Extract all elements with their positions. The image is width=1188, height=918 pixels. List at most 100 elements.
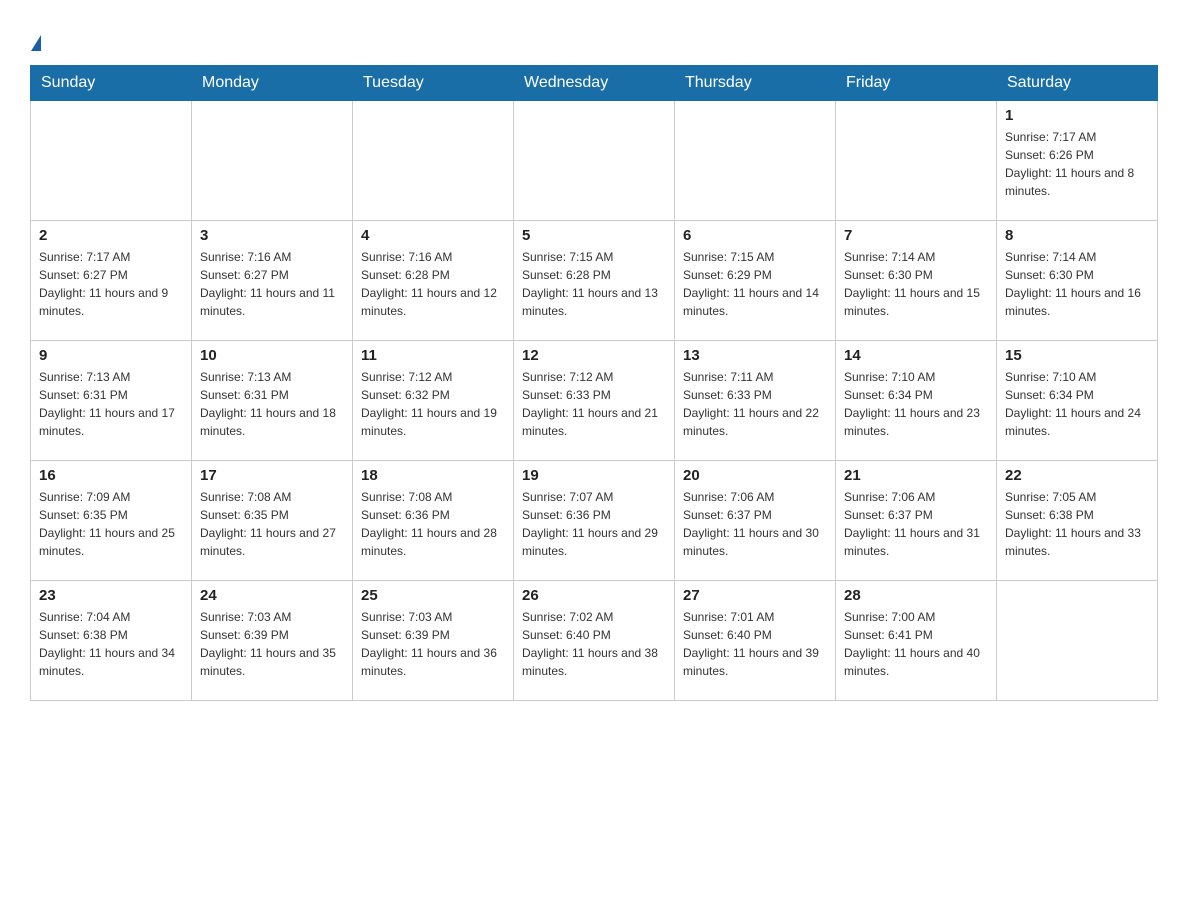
day-info: Sunrise: 7:14 AM Sunset: 6:30 PM Dayligh… [844,248,988,320]
calendar-day-cell: 12 Sunrise: 7:12 AM Sunset: 6:33 PM Dayli… [514,340,675,460]
day-info: Sunrise: 7:06 AM Sunset: 6:37 PM Dayligh… [683,488,827,560]
day-info: Sunrise: 7:06 AM Sunset: 6:37 PM Dayligh… [844,488,988,560]
calendar-day-cell: 1 Sunrise: 7:17 AM Sunset: 6:26 PM Daylig… [997,100,1158,220]
calendar-day-cell: 19Sunrise: 7:07 AM Sunset: 6:36 PM Dayli… [514,460,675,580]
calendar-day-cell: 16 Sunrise: 7:09 AM Sunset: 6:35 PM Dayli… [31,460,192,580]
day-info: Sunrise: 7:14 AM Sunset: 6:30 PM Dayligh… [1005,248,1149,320]
day-info: Sunrise: 7:13 AM Sunset: 6:31 PM Dayligh… [200,368,344,440]
day-info: Sunrise: 7:03 AM Sunset: 6:39 PM Dayligh… [361,608,505,680]
day-info: Sunrise: 7:11 AM Sunset: 6:33 PM Dayligh… [683,368,827,440]
day-number: 21 [844,467,988,484]
day-number: 27 [683,587,827,604]
day-number: 4 [361,227,505,244]
calendar-day-cell: 13Sunrise: 7:11 AM Sunset: 6:33 PM Dayli… [675,340,836,460]
day-info: Sunrise: 7:09 AM Sunset: 6:35 PM Dayligh… [39,488,183,560]
day-of-week-header: Wednesday [514,65,675,100]
calendar-day-cell: 21 Sunrise: 7:06 AM Sunset: 6:37 PM Dayli… [836,460,997,580]
day-of-week-header: Tuesday [353,65,514,100]
day-number: 26 [522,587,666,604]
day-info: Sunrise: 7:17 AM Sunset: 6:27 PM Dayligh… [39,248,183,320]
calendar-day-cell: 24 Sunrise: 7:03 AM Sunset: 6:39 PM Dayli… [192,580,353,700]
calendar-day-cell: 17 Sunrise: 7:08 AM Sunset: 6:35 PM Dayli… [192,460,353,580]
day-info: Sunrise: 7:08 AM Sunset: 6:35 PM Dayligh… [200,488,344,560]
day-info: Sunrise: 7:10 AM Sunset: 6:34 PM Dayligh… [844,368,988,440]
calendar-day-cell: 28 Sunrise: 7:00 AM Sunset: 6:41 PM Dayli… [836,580,997,700]
calendar-day-cell: 11 Sunrise: 7:12 AM Sunset: 6:32 PM Dayli… [353,340,514,460]
day-info: Sunrise: 7:16 AM Sunset: 6:27 PM Dayligh… [200,248,344,320]
calendar-day-cell: 14 Sunrise: 7:10 AM Sunset: 6:34 PM Dayli… [836,340,997,460]
calendar-week-row: 16 Sunrise: 7:09 AM Sunset: 6:35 PM Dayli… [31,460,1158,580]
calendar-day-cell [353,100,514,220]
calendar-day-cell [675,100,836,220]
day-number: 3 [200,227,344,244]
day-info: Sunrise: 7:16 AM Sunset: 6:28 PM Dayligh… [361,248,505,320]
day-number: 11 [361,347,505,364]
day-info: Sunrise: 7:12 AM Sunset: 6:33 PM Dayligh… [522,368,666,440]
calendar-week-row: 2 Sunrise: 7:17 AM Sunset: 6:27 PM Daylig… [31,220,1158,340]
day-of-week-header: Saturday [997,65,1158,100]
calendar-day-cell [31,100,192,220]
day-number: 14 [844,347,988,364]
calendar-week-row: 9 Sunrise: 7:13 AM Sunset: 6:31 PM Daylig… [31,340,1158,460]
calendar-day-cell [192,100,353,220]
calendar-day-cell: 15 Sunrise: 7:10 AM Sunset: 6:34 PM Dayli… [997,340,1158,460]
day-number: 28 [844,587,988,604]
calendar-day-cell: 18Sunrise: 7:08 AM Sunset: 6:36 PM Dayli… [353,460,514,580]
logo [30,30,41,55]
day-info: Sunrise: 7:10 AM Sunset: 6:34 PM Dayligh… [1005,368,1149,440]
calendar-day-cell: 8 Sunrise: 7:14 AM Sunset: 6:30 PM Daylig… [997,220,1158,340]
day-info: Sunrise: 7:12 AM Sunset: 6:32 PM Dayligh… [361,368,505,440]
calendar-day-cell: 22 Sunrise: 7:05 AM Sunset: 6:38 PM Dayli… [997,460,1158,580]
day-number: 16 [39,467,183,484]
calendar-day-cell: 26 Sunrise: 7:02 AM Sunset: 6:40 PM Dayli… [514,580,675,700]
day-number: 5 [522,227,666,244]
day-number: 8 [1005,227,1149,244]
calendar-day-cell: 2 Sunrise: 7:17 AM Sunset: 6:27 PM Daylig… [31,220,192,340]
day-number: 23 [39,587,183,604]
day-of-week-header: Friday [836,65,997,100]
day-number: 2 [39,227,183,244]
calendar-day-cell: 10 Sunrise: 7:13 AM Sunset: 6:31 PM Dayli… [192,340,353,460]
calendar-day-cell: 25 Sunrise: 7:03 AM Sunset: 6:39 PM Dayli… [353,580,514,700]
day-info: Sunrise: 7:17 AM Sunset: 6:26 PM Dayligh… [1005,128,1149,200]
day-info: Sunrise: 7:02 AM Sunset: 6:40 PM Dayligh… [522,608,666,680]
day-number: 15 [1005,347,1149,364]
day-info: Sunrise: 7:15 AM Sunset: 6:29 PM Dayligh… [683,248,827,320]
day-number: 24 [200,587,344,604]
day-of-week-header: Monday [192,65,353,100]
calendar-day-cell: 23 Sunrise: 7:04 AM Sunset: 6:38 PM Dayli… [31,580,192,700]
calendar-header-row: SundayMondayTuesdayWednesdayThursdayFrid… [31,65,1158,100]
day-number: 19 [522,467,666,484]
calendar-day-cell: 4 Sunrise: 7:16 AM Sunset: 6:28 PM Daylig… [353,220,514,340]
day-info: Sunrise: 7:01 AM Sunset: 6:40 PM Dayligh… [683,608,827,680]
day-number: 9 [39,347,183,364]
day-number: 20 [683,467,827,484]
day-number: 22 [1005,467,1149,484]
page-header [30,20,1158,55]
day-of-week-header: Thursday [675,65,836,100]
calendar-day-cell: 7 Sunrise: 7:14 AM Sunset: 6:30 PM Daylig… [836,220,997,340]
day-info: Sunrise: 7:00 AM Sunset: 6:41 PM Dayligh… [844,608,988,680]
calendar-day-cell: 27 Sunrise: 7:01 AM Sunset: 6:40 PM Dayli… [675,580,836,700]
calendar-day-cell: 5 Sunrise: 7:15 AM Sunset: 6:28 PM Daylig… [514,220,675,340]
calendar-day-cell: 6 Sunrise: 7:15 AM Sunset: 6:29 PM Daylig… [675,220,836,340]
day-info: Sunrise: 7:15 AM Sunset: 6:28 PM Dayligh… [522,248,666,320]
day-number: 25 [361,587,505,604]
day-number: 12 [522,347,666,364]
calendar-week-row: 1 Sunrise: 7:17 AM Sunset: 6:26 PM Daylig… [31,100,1158,220]
calendar-week-row: 23 Sunrise: 7:04 AM Sunset: 6:38 PM Dayli… [31,580,1158,700]
calendar-day-cell [997,580,1158,700]
calendar-day-cell: 3 Sunrise: 7:16 AM Sunset: 6:27 PM Daylig… [192,220,353,340]
day-number: 1 [1005,107,1149,124]
day-number: 17 [200,467,344,484]
calendar-table: SundayMondayTuesdayWednesdayThursdayFrid… [30,65,1158,701]
calendar-day-cell: 20 Sunrise: 7:06 AM Sunset: 6:37 PM Dayli… [675,460,836,580]
day-info: Sunrise: 7:05 AM Sunset: 6:38 PM Dayligh… [1005,488,1149,560]
calendar-day-cell [514,100,675,220]
day-number: 7 [844,227,988,244]
day-number: 6 [683,227,827,244]
day-info: Sunrise: 7:08 AM Sunset: 6:36 PM Dayligh… [361,488,505,560]
day-info: Sunrise: 7:03 AM Sunset: 6:39 PM Dayligh… [200,608,344,680]
day-number: 10 [200,347,344,364]
day-info: Sunrise: 7:04 AM Sunset: 6:38 PM Dayligh… [39,608,183,680]
